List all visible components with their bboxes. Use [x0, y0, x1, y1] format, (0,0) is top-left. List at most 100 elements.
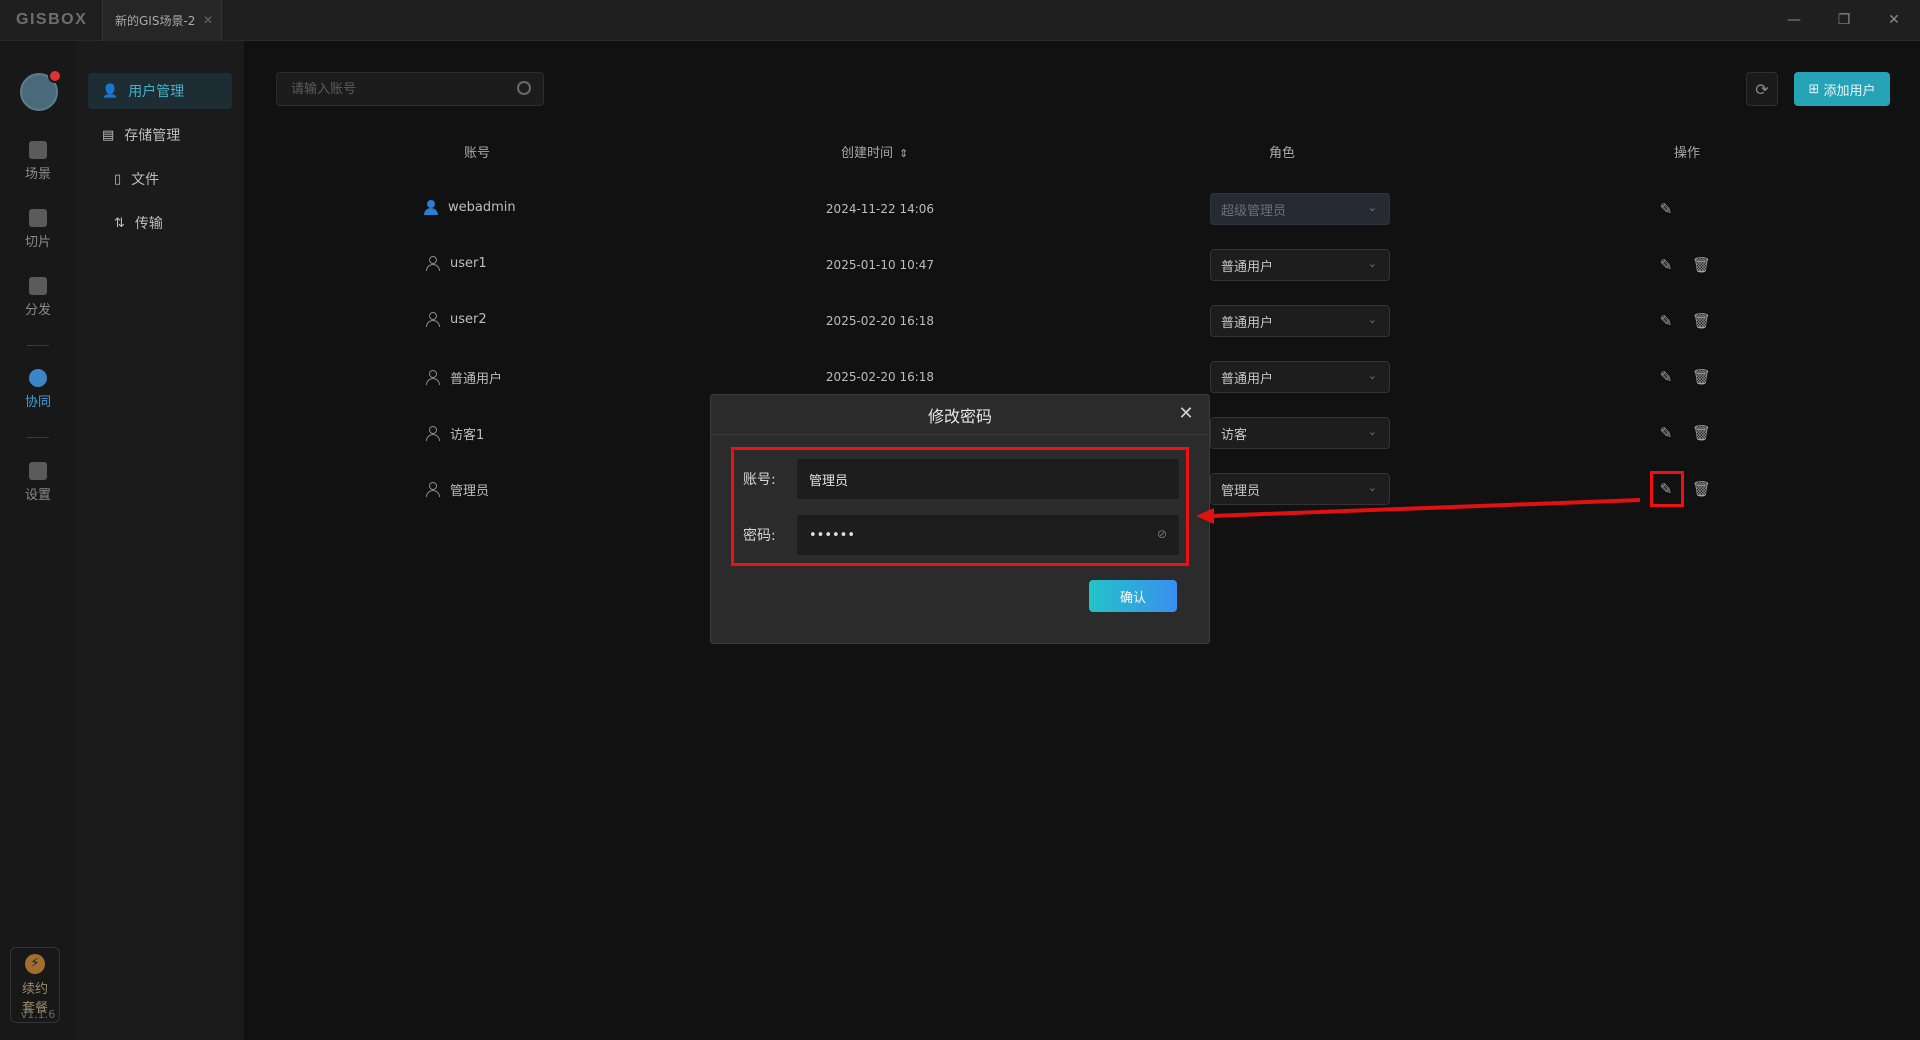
created-time: 2025-01-10 10:47 [825, 258, 935, 272]
sidebar-item-label: 分发 [24, 303, 51, 318]
sidebar-divider [27, 345, 49, 346]
lightning-icon: ⚡ [25, 954, 45, 974]
delete-icon[interactable]: 🗑 [1692, 313, 1711, 329]
role-select[interactable]: 普通用户 ⌄ [1210, 305, 1390, 337]
chevron-down-icon: ⌄ [1367, 425, 1377, 438]
collaborate-icon [29, 369, 47, 387]
tab-close-icon[interactable]: ✕ [203, 13, 213, 27]
sidebar-item-label: 场景 [24, 167, 51, 182]
chevron-down-icon: ⌄ [1367, 201, 1377, 214]
avatar[interactable] [20, 69, 62, 111]
delete-icon[interactable]: 🗑 [1692, 257, 1711, 273]
transfer-icon: ⇅ [114, 215, 125, 231]
renew-label-line1: 续约 [21, 982, 48, 997]
role-select[interactable]: 访客 ⌄ [1210, 417, 1390, 449]
sidebar-item-scene[interactable]: 场景 [0, 141, 76, 182]
search-icon[interactable] [517, 81, 531, 95]
subnav-item-user-management[interactable]: 👤 用户管理 [88, 73, 232, 109]
header-created-label: 创建时间 [841, 146, 894, 161]
role-value: 普通用户 [1221, 259, 1274, 275]
password-field[interactable]: •••••• ⊘ [797, 515, 1179, 555]
subnav-item-label: 传输 [134, 216, 163, 232]
sidebar-item-distribute[interactable]: 分发 [0, 277, 76, 318]
created-time: 2024-11-22 14:06 [825, 202, 935, 216]
subnav-item-storage-management[interactable]: ▤ 存储管理 [88, 117, 232, 153]
role-select[interactable]: 管理员 ⌄ [1210, 473, 1390, 505]
role-select: 超级管理员 ⌄ [1210, 193, 1390, 225]
user-icon: 👤 [102, 83, 119, 99]
edit-icon[interactable]: ✎ [1658, 201, 1674, 217]
add-user-button[interactable]: ⊞ 添加用户 [1794, 72, 1890, 106]
edit-icon[interactable]: ✎ [1658, 481, 1674, 497]
delete-icon[interactable]: 🗑 [1692, 481, 1711, 497]
created-time: 2025-02-20 16:18 [825, 370, 935, 384]
restore-button[interactable]: ❐ [1832, 8, 1856, 32]
search-input[interactable] [277, 73, 497, 105]
account-field[interactable]: 管理员 [797, 459, 1179, 499]
header-created[interactable]: 创建时间 ⇕ [841, 142, 908, 161]
delete-icon[interactable]: 🗑 [1692, 425, 1711, 441]
role-select[interactable]: 普通用户 ⌄ [1210, 361, 1390, 393]
notification-badge [48, 69, 62, 83]
delete-icon[interactable]: 🗑 [1692, 369, 1711, 385]
document-tab[interactable]: 新的GIS场景-2 ✕ [102, 0, 222, 41]
subnav-item-file[interactable]: ▯ 文件 [88, 161, 232, 197]
search-box[interactable] [276, 72, 544, 106]
refresh-button[interactable]: ⟳ [1746, 72, 1778, 106]
settings-icon [29, 462, 47, 480]
minimize-button[interactable]: — [1782, 8, 1806, 32]
role-value: 普通用户 [1221, 371, 1274, 387]
user-icon [426, 256, 440, 271]
role-value: 访客 [1221, 427, 1248, 443]
document-tab-title: 新的GIS场景-2 [115, 14, 196, 28]
user-icon [426, 482, 440, 497]
table-row-account: user2 [426, 312, 487, 327]
account-label: 账号: [743, 472, 776, 488]
header-role: 角色 [1269, 146, 1296, 161]
password-label: 密码: [743, 528, 776, 544]
subnav-item-transfer[interactable]: ⇅ 传输 [88, 205, 232, 241]
sidebar-item-label: 协同 [24, 395, 51, 410]
sidebar-item-label: 切片 [24, 235, 51, 250]
admin-user-icon [424, 200, 438, 215]
account-name: user2 [450, 312, 487, 327]
account-name: 普通用户 [450, 372, 503, 387]
account-name: 访客1 [450, 428, 485, 443]
role-value: 超级管理员 [1221, 203, 1287, 219]
edit-icon[interactable]: ✎ [1658, 313, 1674, 329]
table-row-account: webadmin [424, 200, 516, 215]
title-bar: GISBOX 新的GIS场景-2 ✕ — ❐ ✕ [0, 0, 1920, 41]
edit-icon[interactable]: ✎ [1658, 257, 1674, 273]
table-row-account: 访客1 [426, 424, 484, 443]
dialog-title: 修改密码 [711, 395, 1209, 435]
edit-icon[interactable]: ✎ [1658, 369, 1674, 385]
edit-icon[interactable]: ✎ [1658, 425, 1674, 441]
sort-icon[interactable]: ⇕ [899, 147, 908, 160]
confirm-button[interactable]: 确认 [1089, 580, 1177, 612]
subnav-item-label: 存储管理 [124, 128, 181, 144]
app-logo: GISBOX [16, 11, 88, 28]
role-value: 普通用户 [1221, 315, 1274, 331]
role-value: 管理员 [1221, 483, 1261, 499]
close-window-button[interactable]: ✕ [1882, 8, 1906, 32]
subnav-item-label: 用户管理 [128, 84, 185, 100]
chevron-down-icon: ⌄ [1367, 481, 1377, 494]
scene-icon [29, 141, 47, 159]
eye-hidden-icon[interactable]: ⊘ [1157, 527, 1167, 541]
sidebar-item-settings[interactable]: 设置 [0, 462, 76, 503]
close-icon[interactable]: ✕ [1175, 403, 1197, 425]
sidebar-divider [27, 437, 49, 438]
file-icon: ▯ [114, 171, 122, 187]
sidebar-item-tile[interactable]: 切片 [0, 209, 76, 250]
account-name: webadmin [448, 200, 516, 215]
chevron-down-icon: ⌄ [1367, 313, 1377, 326]
storage-icon: ▤ [102, 127, 115, 143]
created-time: 2025-02-20 16:18 [825, 314, 935, 328]
role-select[interactable]: 普通用户 ⌄ [1210, 249, 1390, 281]
sidebar-item-collaborate[interactable]: 协同 [0, 369, 76, 410]
password-value: •••••• [809, 527, 856, 543]
chevron-down-icon: ⌄ [1367, 369, 1377, 382]
header-actions: 操作 [1674, 146, 1701, 161]
sidebar-item-label: 设置 [24, 488, 51, 503]
account-name: 管理员 [450, 484, 490, 499]
